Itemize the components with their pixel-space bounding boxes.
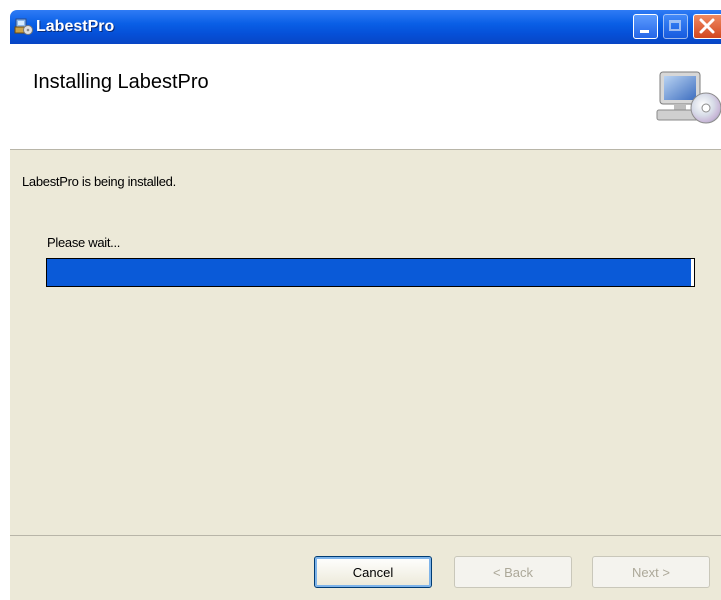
cancel-button-label: Cancel [352,564,394,580]
install-progress-bar [46,258,695,287]
back-button[interactable]: < Back [454,556,572,588]
maximize-icon [669,20,681,31]
window-titlebar[interactable]: LabestPro [10,10,721,44]
close-button[interactable] [693,14,721,39]
button-bar: Cancel < Back Next > [10,535,721,600]
close-icon [699,18,715,34]
maximize-button[interactable] [663,14,688,39]
wait-label: Please wait... [47,235,121,250]
installer-header: Installing LabestPro [10,44,721,150]
installer-body: LabestPro is being installed. Please wai… [10,150,721,535]
computer-with-cd-icon [656,71,721,124]
minimize-icon [640,30,649,33]
progress-fill [47,259,691,286]
cancel-button[interactable]: Cancel [314,556,432,588]
window-title: LabestPro [36,18,115,35]
next-button[interactable]: Next > [592,556,710,588]
installer-app-icon [14,18,33,35]
page-title: Installing LabestPro [33,71,209,93]
minimize-button[interactable] [633,14,658,39]
next-button-label: Next > [632,564,670,580]
back-button-label: < Back [492,564,534,580]
status-text: LabestPro is being installed. [22,174,176,189]
